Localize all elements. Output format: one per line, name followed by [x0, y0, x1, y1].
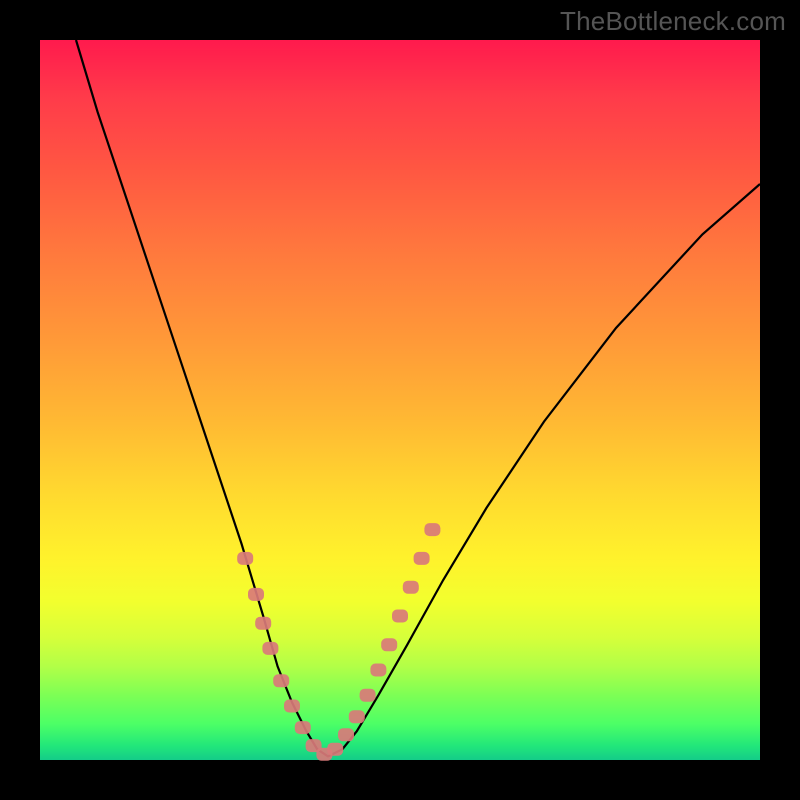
- watermark-text: TheBottleneck.com: [560, 6, 786, 37]
- highlight-dot: [381, 638, 397, 651]
- highlight-dot: [237, 552, 253, 565]
- highlight-dot: [370, 664, 386, 677]
- highlight-dot: [248, 588, 264, 601]
- curve-line: [76, 40, 760, 756]
- chart-svg: [40, 40, 760, 760]
- bottleneck-curve-path: [76, 40, 760, 756]
- highlight-dot: [349, 710, 365, 723]
- highlight-dot: [273, 674, 289, 687]
- chart-frame: TheBottleneck.com: [0, 0, 800, 800]
- highlight-dot: [424, 523, 440, 536]
- highlight-dot: [392, 610, 408, 623]
- highlight-dot: [284, 700, 300, 713]
- highlight-dot: [338, 728, 354, 741]
- highlight-dot: [262, 642, 278, 655]
- highlight-dot: [403, 581, 419, 594]
- highlight-dot: [255, 617, 271, 630]
- highlight-dot: [295, 721, 311, 734]
- highlight-dot: [360, 689, 376, 702]
- highlight-dot: [327, 743, 343, 756]
- highlight-dot: [414, 552, 430, 565]
